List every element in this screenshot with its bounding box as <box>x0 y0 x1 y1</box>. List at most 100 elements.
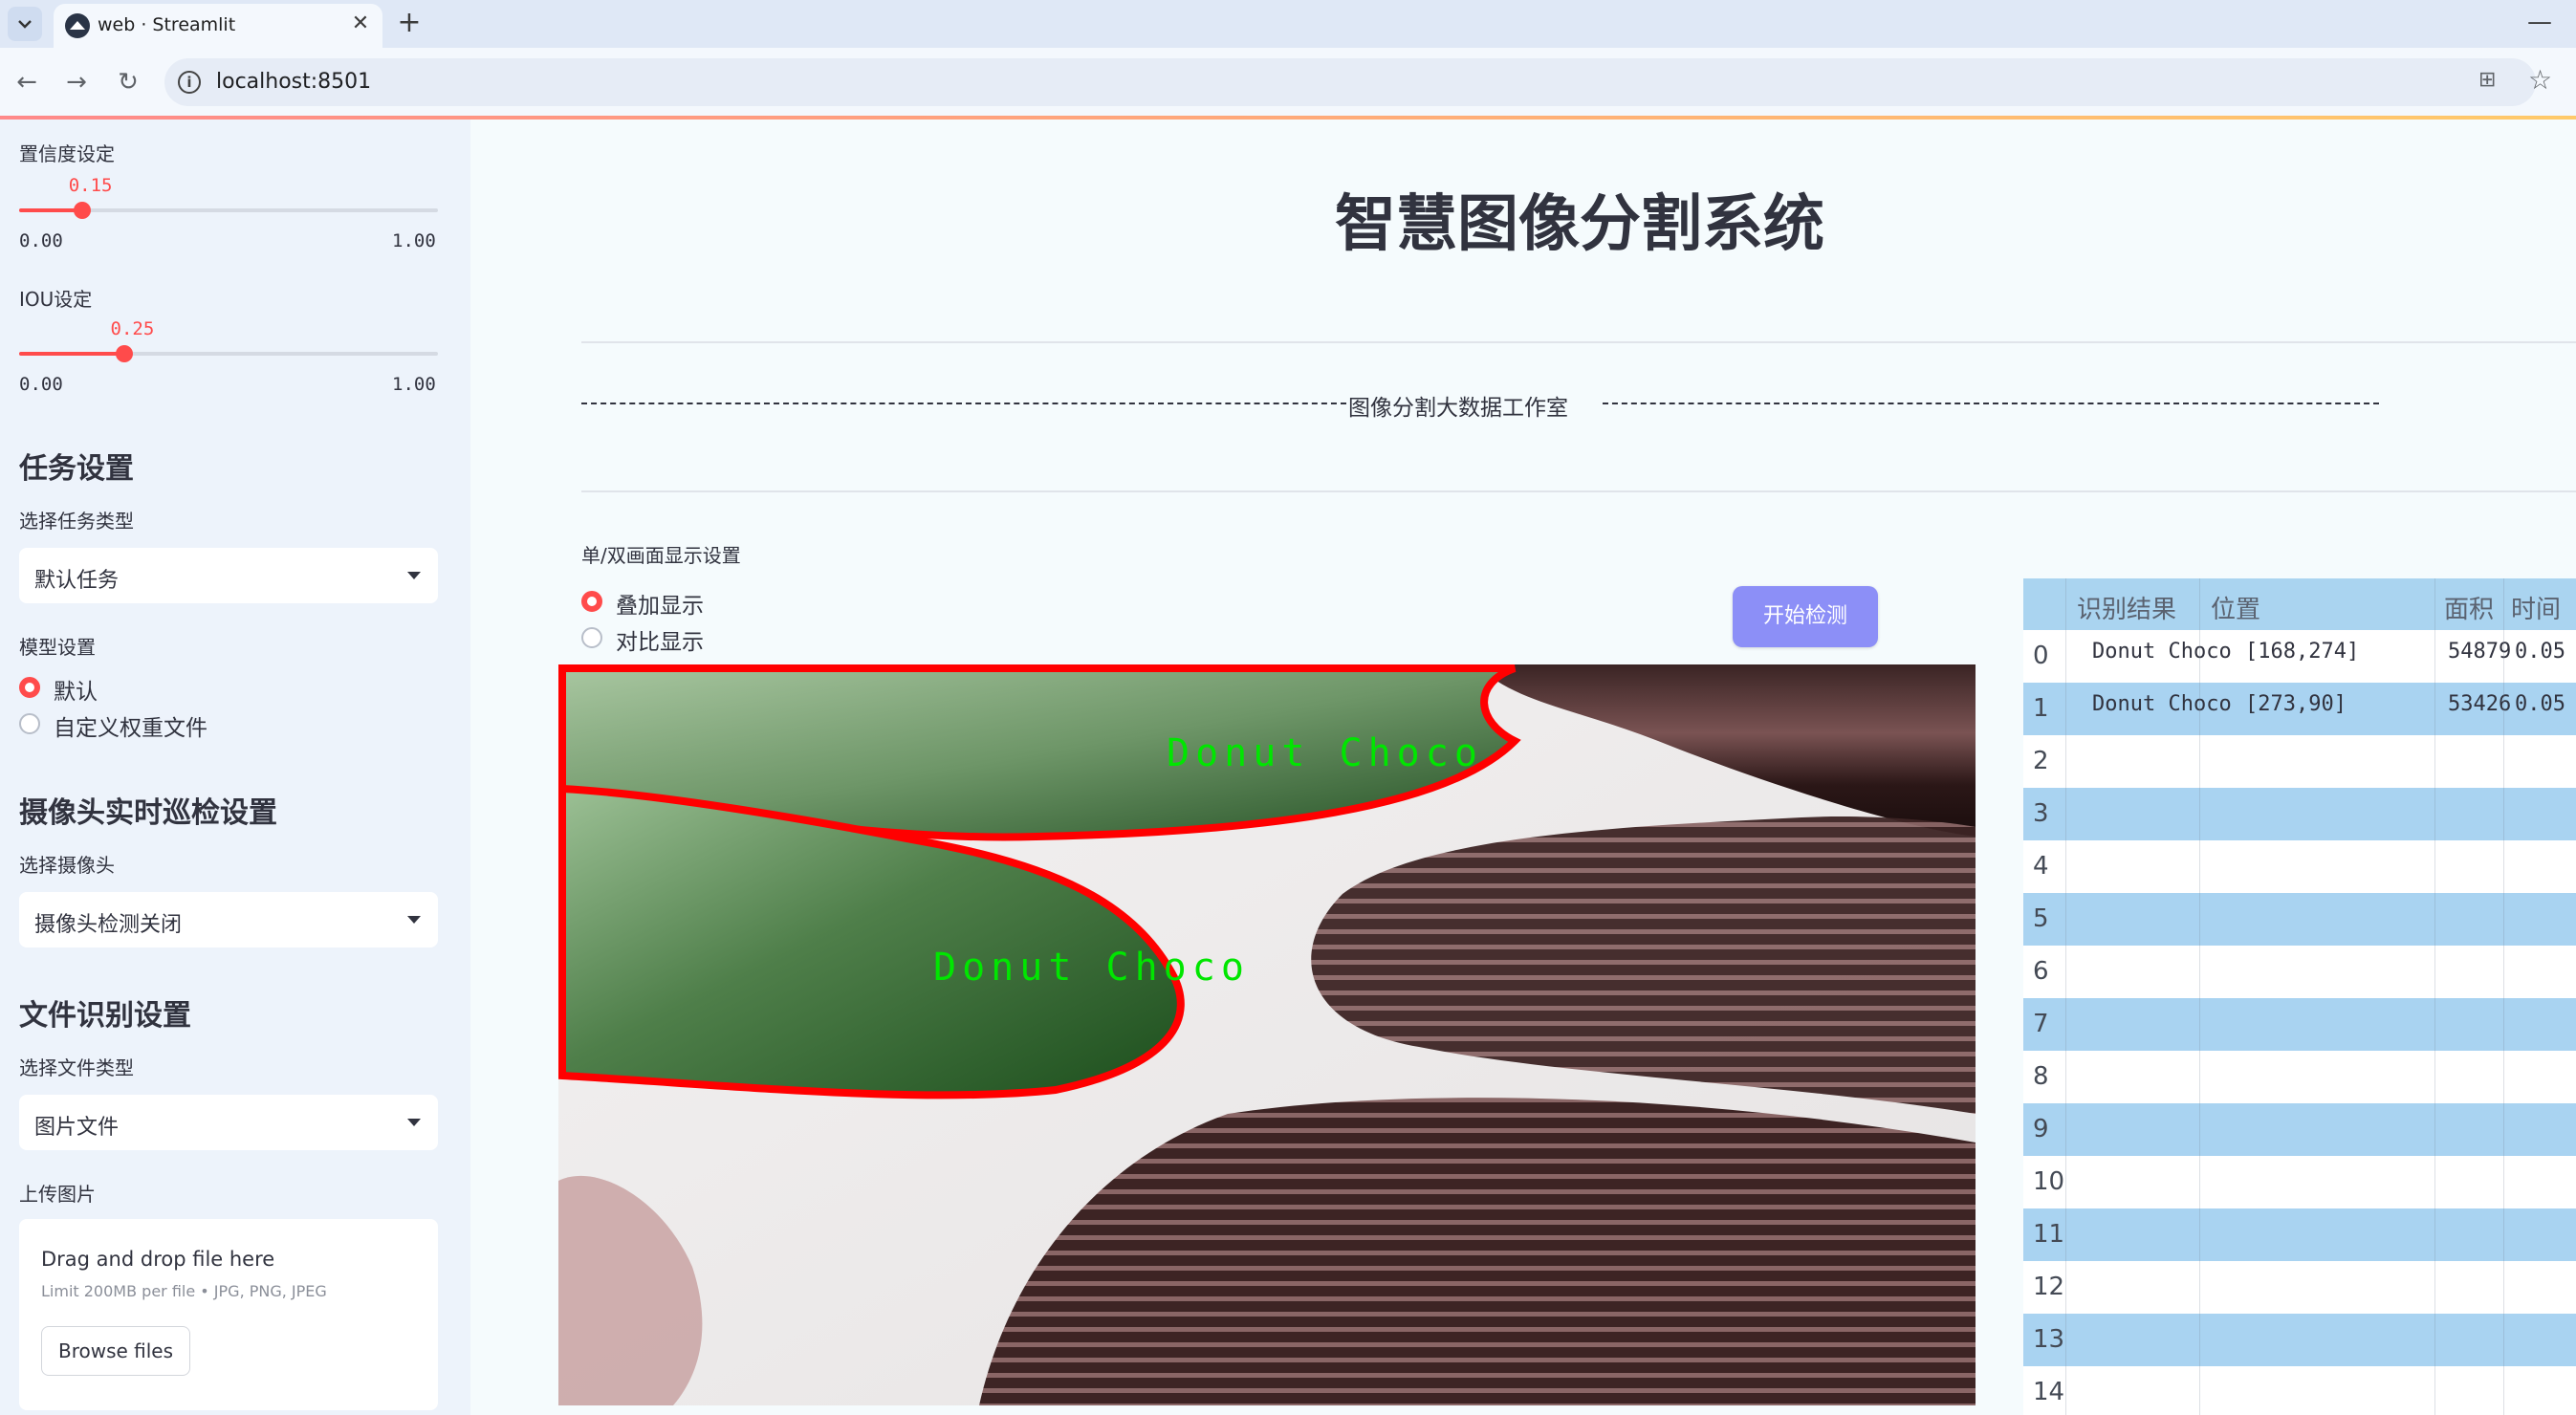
confidence-slider[interactable] <box>19 202 438 219</box>
tab-search-icon[interactable] <box>8 7 42 41</box>
task-type-value: 默认任务 <box>34 569 120 593</box>
column-header-position[interactable]: 位置 <box>2211 590 2260 625</box>
divider <box>581 341 2576 343</box>
column-header-time[interactable]: 时间 <box>2511 590 2561 625</box>
url-text[interactable]: localhost:8501 <box>216 70 371 94</box>
row-index: 7 <box>2033 1010 2049 1038</box>
row-index: 8 <box>2033 1062 2049 1091</box>
translate-icon[interactable]: ⊞ <box>2478 68 2507 97</box>
model-option-default-label: 默认 <box>54 680 98 705</box>
model-settings-label: 模型设置 <box>19 636 96 659</box>
display-mode-overlay-label: 叠加显示 <box>616 594 704 619</box>
file-dropzone[interactable]: Drag and drop file here Limit 200MB per … <box>19 1219 438 1410</box>
iou-slider-thumb[interactable] <box>115 345 133 362</box>
row-index: 6 <box>2033 957 2049 986</box>
radio-selected-icon <box>581 591 602 612</box>
dropdown-caret-icon <box>407 1119 421 1126</box>
studio-banner: 图像分割大数据工作室 <box>581 389 2379 422</box>
column-separator <box>2065 578 2066 1415</box>
table-row[interactable]: 14 <box>2023 1366 2576 1415</box>
iou-label: IOU设定 <box>19 288 93 311</box>
divider <box>581 490 2576 492</box>
row-index: 12 <box>2033 1273 2065 1301</box>
row-index: 3 <box>2033 799 2049 828</box>
table-row[interactable]: 12 <box>2023 1261 2576 1314</box>
cell-position: [273,90] <box>2245 692 2347 716</box>
site-info-icon[interactable]: i <box>178 71 201 94</box>
task-type-label: 选择任务类型 <box>19 510 134 533</box>
browser-window: web · Streamlit ✕ + — ← → ↻ i localhost:… <box>0 0 2576 1415</box>
browser-tab[interactable]: web · Streamlit ✕ <box>54 4 382 48</box>
camera-select[interactable]: 摄像头检测关闭 <box>19 892 438 947</box>
minimize-window-button[interactable]: — <box>2521 4 2559 42</box>
row-index: 5 <box>2033 904 2049 933</box>
back-arrow-icon[interactable]: ← <box>8 63 46 101</box>
studio-banner-text: 图像分割大数据工作室 <box>1348 389 1568 422</box>
table-row[interactable]: 10 <box>2023 1156 2576 1208</box>
table-row[interactable]: 3 <box>2023 788 2576 840</box>
cell-result: Donut Choco <box>2092 640 2232 664</box>
banner-dash-left <box>581 403 1346 404</box>
task-type-select[interactable]: 默认任务 <box>19 548 438 603</box>
page-title: 智慧图像分割系统 <box>1335 189 1824 260</box>
forward-arrow-icon[interactable]: → <box>57 63 96 101</box>
task-settings-header: 任务设置 <box>19 452 134 486</box>
radio-unselected-icon <box>581 627 602 648</box>
dropdown-caret-icon <box>407 572 421 579</box>
browse-files-button[interactable]: Browse files <box>41 1326 190 1376</box>
cell-time: 0.05 <box>2515 640 2565 664</box>
file-type-value: 图片文件 <box>34 1116 120 1140</box>
file-settings-header: 文件识别设置 <box>19 999 191 1033</box>
table-row[interactable]: 0 Donut Choco [168,274] 54879 0.05 <box>2023 630 2576 683</box>
reload-icon[interactable]: ↻ <box>109 63 147 101</box>
tab-strip: web · Streamlit ✕ + — <box>0 0 2576 48</box>
table-row[interactable]: 4 <box>2023 840 2576 893</box>
new-tab-button[interactable]: + <box>392 7 426 41</box>
row-index: 1 <box>2033 694 2049 723</box>
iou-value: 0.25 <box>110 318 155 339</box>
streamlit-icon <box>65 13 90 38</box>
result-image-canvas <box>558 664 1976 1405</box>
table-row[interactable]: 7 <box>2023 998 2576 1051</box>
table-row[interactable]: 5 <box>2023 893 2576 946</box>
upload-image-label: 上传图片 <box>19 1183 96 1206</box>
model-option-custom-label: 自定义权重文件 <box>54 716 207 741</box>
table-row[interactable]: 6 <box>2023 946 2576 998</box>
cell-result: Donut Choco <box>2092 692 2232 716</box>
results-table[interactable]: 识别结果 位置 面积 时间 0 Donut Choco [168,274] 54879… <box>2023 578 2576 1415</box>
dropzone-text: Drag and drop file here <box>41 1248 275 1271</box>
confidence-min: 0.00 <box>19 230 63 251</box>
start-detection-button[interactable]: 开始检测 <box>1733 586 1878 647</box>
address-bar[interactable]: i localhost:8501 ⊞ ☆ <box>164 58 2552 106</box>
column-separator <box>2199 578 2200 1415</box>
file-type-select[interactable]: 图片文件 <box>19 1095 438 1150</box>
column-header-result[interactable]: 识别结果 <box>2077 590 2176 625</box>
column-header-area[interactable]: 面积 <box>2444 590 2494 625</box>
table-header: 识别结果 位置 面积 时间 <box>2023 578 2576 630</box>
bookmark-star-icon[interactable]: ☆ <box>2528 64 2557 96</box>
tab-title: web · Streamlit <box>98 14 236 35</box>
cell-area: 54879 <box>2448 640 2512 664</box>
confidence-label: 置信度设定 <box>19 142 115 165</box>
segmentation-result-image: Donut Choco Donut Choco <box>558 664 1976 1405</box>
main-content: 智慧图像分割系统 图像分割大数据工作室 单/双画面显示设置 叠加显示 对比显示 … <box>470 120 2576 1415</box>
table-row[interactable]: 2 <box>2023 735 2576 788</box>
table-row[interactable]: 9 <box>2023 1103 2576 1156</box>
confidence-value: 0.15 <box>68 175 113 196</box>
sidebar: 置信度设定 0.15 0.00 1.00 IOU设定 0.25 0.00 1.0… <box>0 120 470 1415</box>
table-row[interactable]: 1 Donut Choco [273,90] 53426 0.05 <box>2023 683 2576 735</box>
close-tab-icon[interactable]: ✕ <box>346 10 375 38</box>
file-type-label: 选择文件类型 <box>19 1056 134 1079</box>
table-row[interactable]: 8 <box>2023 1051 2576 1103</box>
row-index: 11 <box>2033 1220 2065 1249</box>
detection-label: Donut Choco <box>933 946 1250 990</box>
table-row[interactable]: 11 <box>2023 1208 2576 1261</box>
cell-position: [168,274] <box>2245 640 2360 664</box>
display-mode-compare-label: 对比显示 <box>616 630 704 655</box>
iou-slider-fill <box>19 352 124 356</box>
iou-slider[interactable] <box>19 345 438 362</box>
table-row[interactable]: 13 <box>2023 1314 2576 1366</box>
navigation-bar: ← → ↻ i localhost:8501 ⊞ ☆ <box>0 48 2576 117</box>
camera-settings-header: 摄像头实时巡检设置 <box>19 796 277 830</box>
confidence-slider-thumb[interactable] <box>73 202 91 219</box>
